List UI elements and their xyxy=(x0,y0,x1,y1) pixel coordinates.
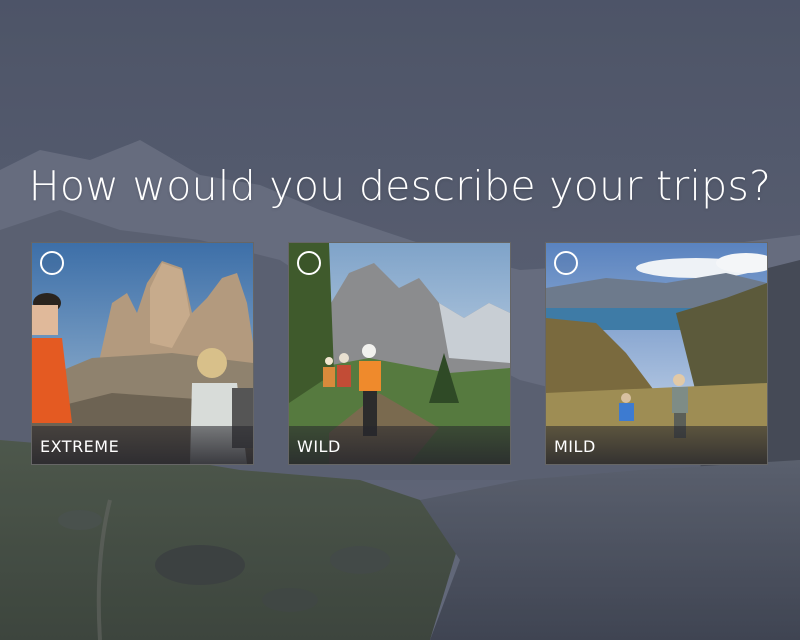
option-label: EXTREME xyxy=(40,437,120,456)
select-radio[interactable] xyxy=(554,251,578,275)
option-card-extreme[interactable]: EXTREME xyxy=(31,242,254,465)
option-card-wild[interactable]: WILD xyxy=(288,242,511,465)
question-heading: How would you describe your trips? xyxy=(28,162,772,210)
select-radio[interactable] xyxy=(40,251,64,275)
option-card-mild[interactable]: MILD xyxy=(545,242,768,465)
trip-style-screen: How would you describe your trips? EXTRE… xyxy=(0,0,800,640)
option-label: MILD xyxy=(554,437,596,456)
option-label: WILD xyxy=(297,437,341,456)
select-radio[interactable] xyxy=(297,251,321,275)
